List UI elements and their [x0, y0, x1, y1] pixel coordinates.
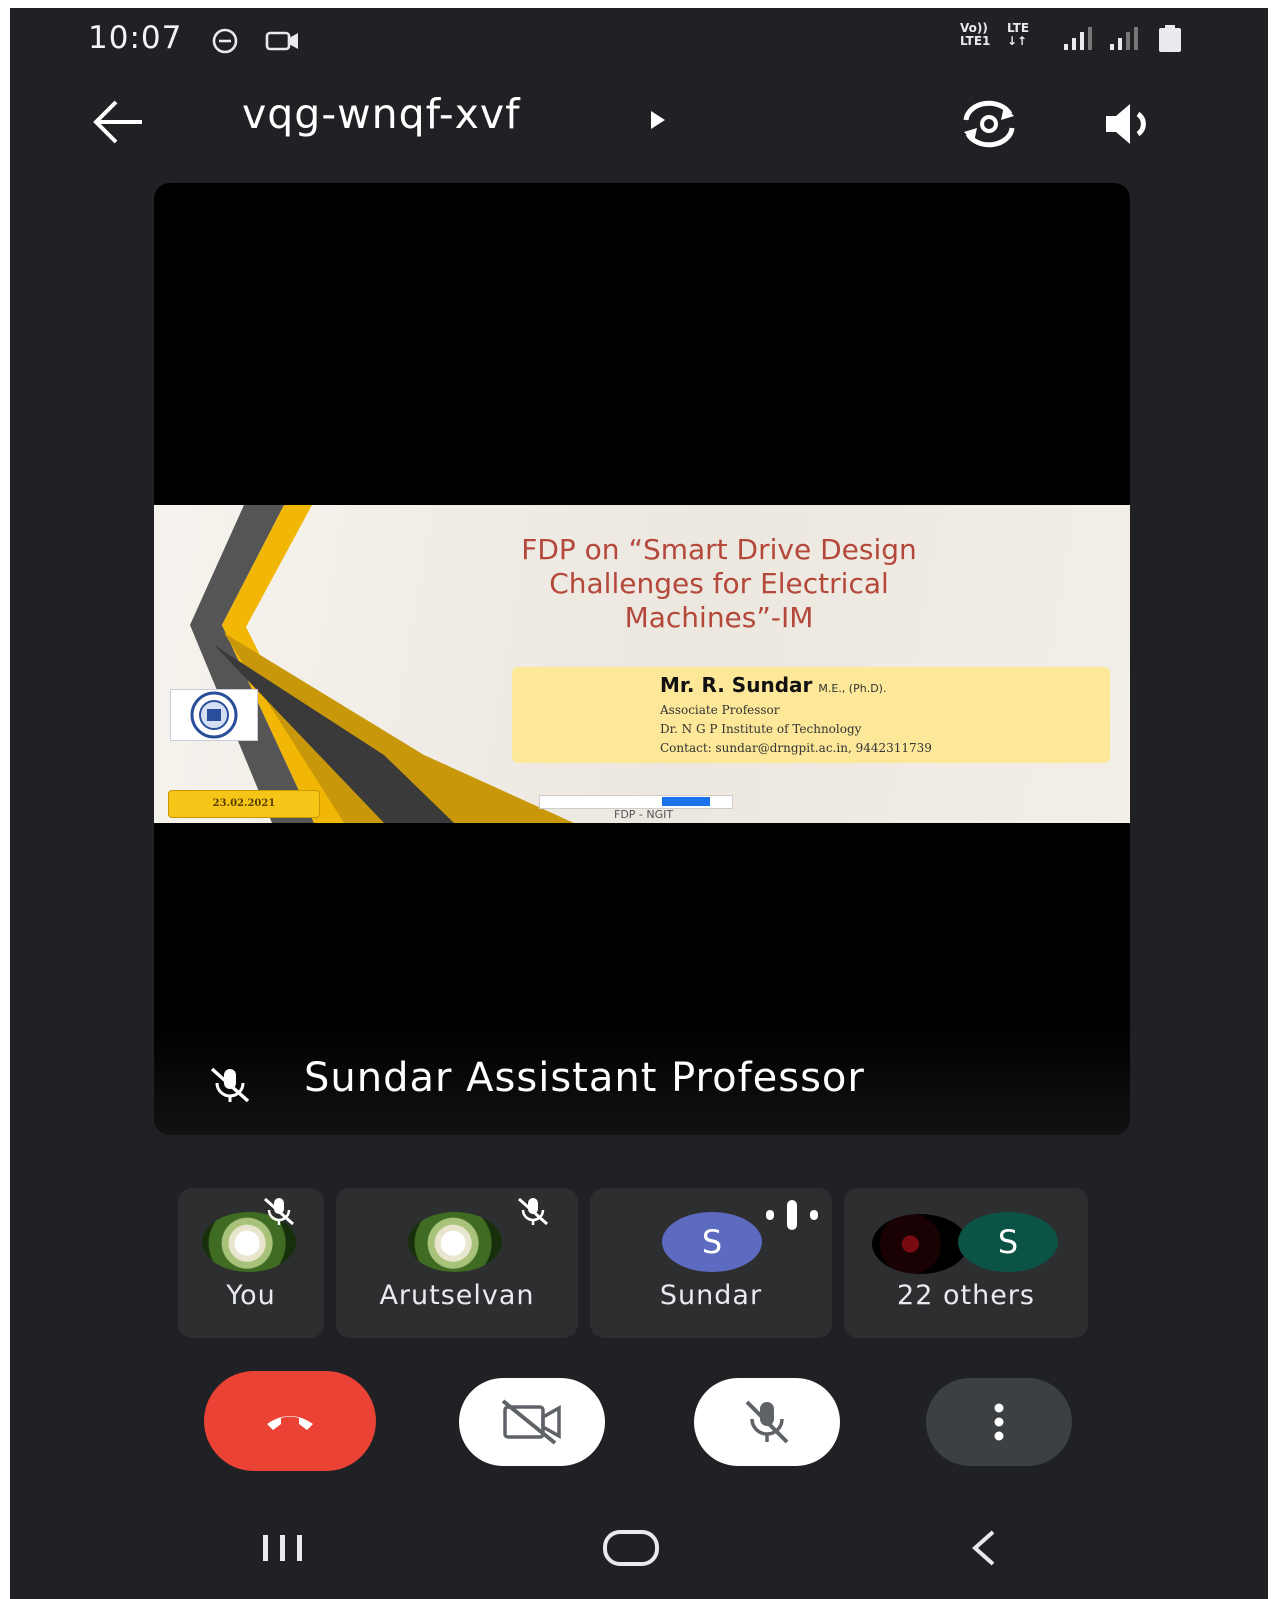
participant-name: 22 others	[897, 1280, 1035, 1311]
slide-title-line-2: Challenges for Electrical	[549, 567, 889, 600]
participant-name: You	[226, 1280, 276, 1311]
presenter-contact: Contact: sundar@drngpit.ac.in, 944231173…	[660, 741, 932, 755]
mic-off-icon	[262, 1196, 296, 1232]
lte1-label: LTE1	[960, 34, 991, 48]
presenter-info-box: Mr. R. Sundar M.E., (Ph.D). Associate Pro…	[512, 667, 1110, 763]
shared-slide: FDP on “Smart Drive Design Challenges fo…	[154, 505, 1130, 823]
home-icon	[603, 1530, 659, 1566]
nav-back-button[interactable]	[940, 1518, 1030, 1578]
participant-tile-others[interactable]: S 22 others	[844, 1188, 1088, 1338]
more-options-button[interactable]	[926, 1378, 1072, 1466]
slide-footer: FDP - NGIT	[614, 808, 674, 821]
participant-name: Sundar	[659, 1280, 763, 1311]
battery-icon	[1156, 24, 1184, 58]
recent-apps-button[interactable]	[238, 1518, 328, 1578]
videocam-off-icon	[501, 1399, 561, 1445]
participant-name: Arutselvan	[379, 1280, 535, 1311]
switch-camera-button[interactable]	[954, 94, 1024, 154]
institute-logo	[170, 689, 258, 741]
phone-screen: 10:07 Vo)) LTE1 LTE ↓↑ vqg-wnqf-xvf FDP …	[10, 8, 1268, 1599]
presenter-role: Associate Professor	[660, 703, 780, 717]
avatar	[872, 1214, 968, 1274]
slide-title-line-1: FDP on “Smart Drive Design	[521, 533, 917, 566]
tile-speaker-label: Sundar Assistant Professor	[304, 1055, 865, 1101]
mic-off-icon	[516, 1196, 550, 1232]
microphone-toggle-button[interactable]	[694, 1378, 840, 1466]
slide-date: 23.02.2021	[168, 790, 320, 818]
recents-icon	[263, 1535, 302, 1561]
home-button[interactable]	[586, 1518, 676, 1578]
signal-icon-2	[1108, 26, 1142, 56]
tile-name-bar: Sundar Assistant Professor	[154, 1025, 1130, 1135]
status-time: 10:07	[88, 20, 183, 56]
video-recording-icon	[264, 26, 302, 60]
participant-tile-sundar[interactable]: S Sundar	[590, 1188, 832, 1338]
arrow-back-icon	[93, 100, 142, 144]
avatar	[408, 1212, 502, 1272]
slide-title: FDP on “Smart Drive Design Challenges fo…	[424, 533, 1014, 635]
lte-arrows: ↓↑	[1007, 34, 1028, 48]
stop-sharing-chip	[662, 797, 710, 806]
back-button[interactable]	[88, 94, 148, 150]
flip-camera-icon	[963, 100, 1015, 148]
app-bar: vqg-wnqf-xvf	[10, 80, 1268, 160]
phone-hangup-icon	[267, 1416, 313, 1430]
participant-tile-arutselvan[interactable]: Arutselvan	[336, 1188, 578, 1338]
lte-indicator: LTE ↓↑	[1007, 22, 1029, 48]
presenter-name-text: Mr. R. Sundar	[660, 673, 813, 697]
status-bar: 10:07 Vo)) LTE1 LTE ↓↑	[10, 8, 1268, 78]
audio-output-button[interactable]	[1100, 96, 1160, 152]
presenter-degree: M.E., (Ph.D).	[818, 682, 887, 695]
mic-off-icon	[745, 1400, 789, 1444]
main-presenter-tile[interactable]: FDP on “Smart Drive Design Challenges fo…	[154, 183, 1130, 1135]
presenter-institute: Dr. N G P Institute of Technology	[660, 722, 862, 736]
screen-share-bar	[539, 795, 733, 809]
avatar: S	[958, 1212, 1058, 1272]
presenter-name: Mr. R. Sundar M.E., (Ph.D).	[660, 673, 886, 697]
mic-off-icon	[206, 1065, 254, 1109]
meeting-code[interactable]: vqg-wnqf-xvf	[242, 90, 521, 138]
speaker-volume-icon	[1106, 104, 1146, 144]
volte-indicator: Vo)) LTE1	[960, 22, 990, 48]
signal-icon-1	[1062, 26, 1096, 56]
meeting-info-arrow-icon[interactable]	[648, 108, 668, 136]
end-call-button[interactable]	[204, 1371, 376, 1471]
slide-title-line-3: Machines”-IM	[624, 601, 814, 634]
dnd-icon	[210, 26, 240, 60]
chevron-left-icon	[971, 1530, 995, 1566]
avatar: S	[662, 1212, 762, 1272]
participant-tile-you[interactable]: You	[178, 1188, 324, 1338]
more-vert-icon	[994, 1403, 1004, 1441]
camera-toggle-button[interactable]	[459, 1378, 605, 1466]
speaking-indicator-icon	[764, 1198, 824, 1236]
